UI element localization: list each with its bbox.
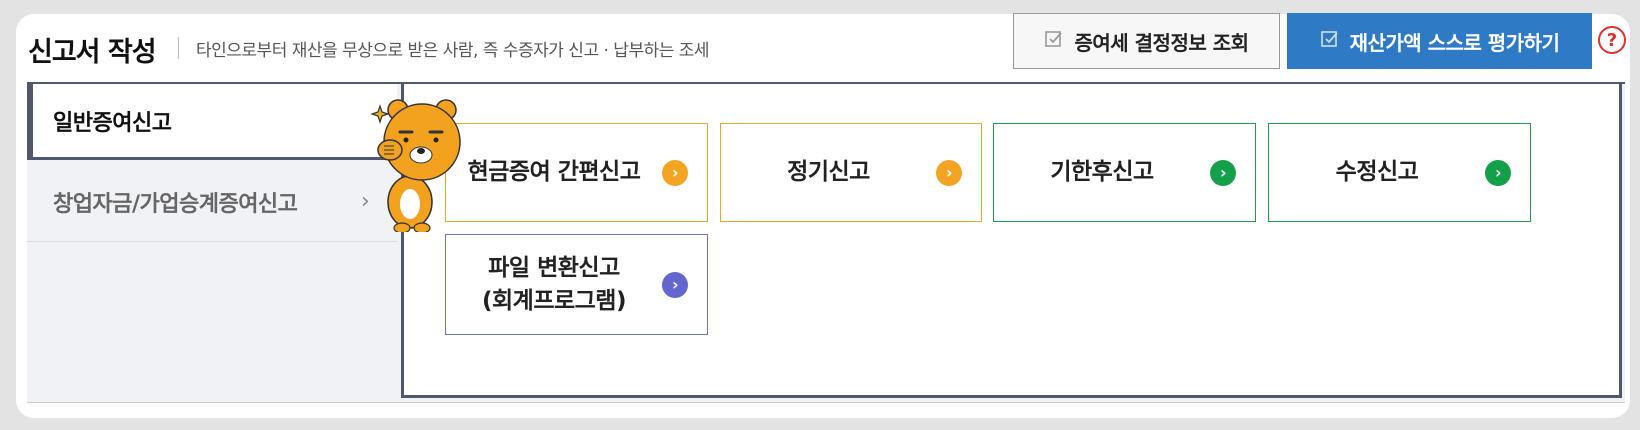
chevron-right-icon: › xyxy=(361,189,370,214)
option-cash-gift-simple[interactable]: 현금증여 간편신고 › xyxy=(445,123,708,222)
chevron-right-circle-icon: › xyxy=(662,159,688,186)
filing-options-panel: 현금증여 간편신고 › 정기신고 › 기한후신고 › 수정신고 › 파일 변환신… xyxy=(401,82,1622,398)
chevron-right-circle-icon: › xyxy=(662,271,688,298)
check-square-icon xyxy=(1320,29,1340,54)
mascot-character-icon xyxy=(370,99,461,232)
lookup-button-label: 증여세 결정정보 조회 xyxy=(1074,30,1249,55)
page-title: 신고서 작성 xyxy=(28,37,157,68)
menu-item-general-gift[interactable]: 일반증여신고 xyxy=(27,84,397,160)
menu-item-startup-business-gift[interactable]: 창업자금/가업승계증여신고 › xyxy=(27,162,397,242)
check-square-icon xyxy=(1044,29,1064,54)
chevron-right-circle-icon: › xyxy=(1485,159,1511,186)
gift-tax-decision-lookup-button[interactable]: 증여세 결정정보 조회 xyxy=(1013,13,1280,69)
assess-button-label: 재산가액 스스로 평가하기 xyxy=(1349,30,1560,55)
chevron-right-circle-icon: › xyxy=(1210,159,1236,186)
help-icon[interactable]: ? xyxy=(1598,26,1626,54)
option-amended-filing[interactable]: 수정신고 › xyxy=(1268,123,1531,222)
option-late-filing[interactable]: 기한후신고 › xyxy=(993,123,1256,222)
chevron-right-circle-icon: › xyxy=(936,159,962,186)
option-file-conversion[interactable]: 파일 변환신고 (회계프로그램) › xyxy=(445,234,708,335)
title-divider xyxy=(178,37,179,59)
option-regular-filing[interactable]: 정기신고 › xyxy=(720,123,982,222)
self-assess-property-value-button[interactable]: 재산가액 스스로 평가하기 xyxy=(1287,13,1592,69)
page-description: 타인으로부터 재산을 무상으로 받은 사람, 즉 수증자가 신고 · 납부하는 … xyxy=(196,41,710,61)
